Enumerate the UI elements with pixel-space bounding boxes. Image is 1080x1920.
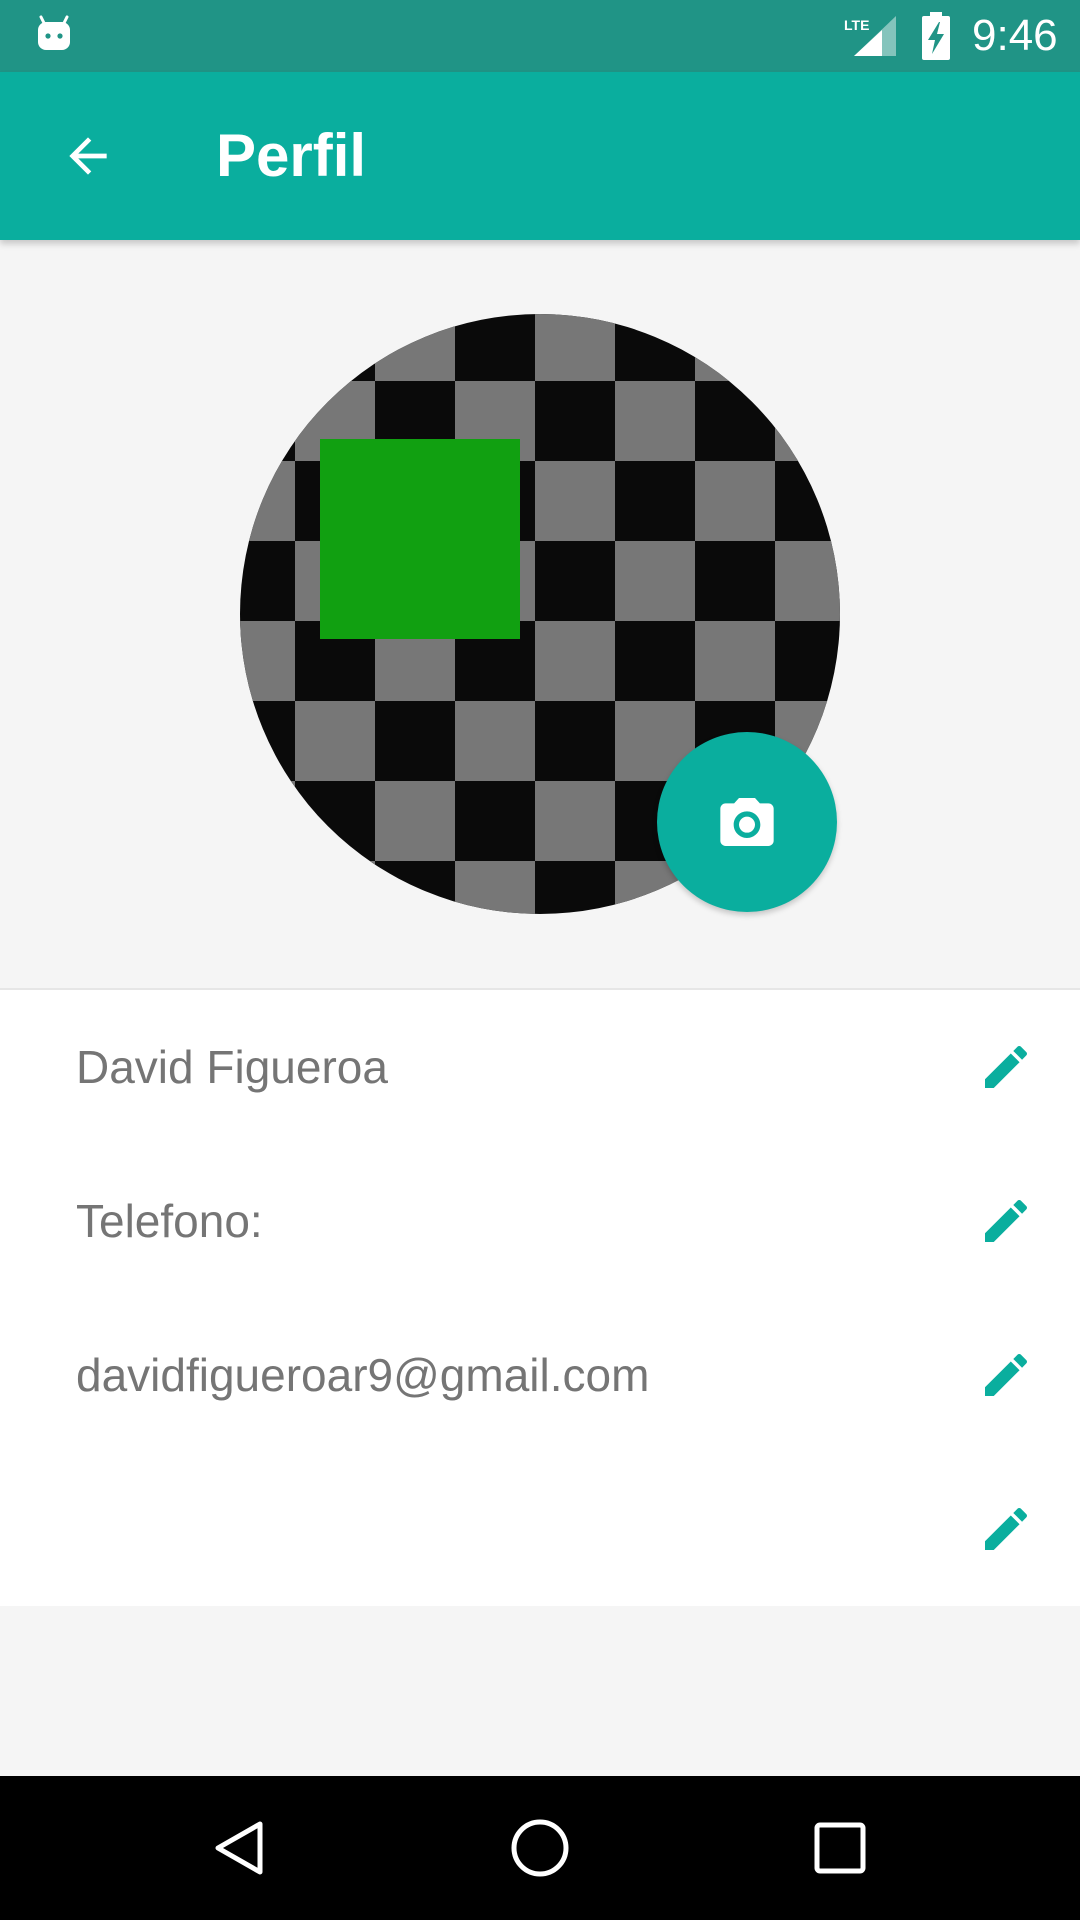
edit-phone-button[interactable]: [968, 1183, 1044, 1259]
status-clock: 9:46: [972, 11, 1058, 60]
change-photo-button[interactable]: [657, 732, 837, 912]
back-button[interactable]: [44, 112, 132, 200]
edit-name-button[interactable]: [968, 1029, 1044, 1105]
battery-charging-icon: [922, 12, 950, 60]
profile-header: [0, 240, 1080, 990]
back-triangle-icon: [215, 1821, 263, 1875]
arrow-back-icon: [69, 137, 107, 175]
app-bar: Perfil: [0, 72, 1080, 240]
nav-back-button[interactable]: [204, 1812, 276, 1884]
recents-square-icon: [814, 1822, 866, 1874]
phone-value: Telefono:: [76, 1195, 263, 1247]
email-value: davidfigueroar9@gmail.com: [76, 1349, 650, 1401]
pencil-icon: [985, 1507, 1028, 1550]
status-bar: LTE 9:46: [0, 0, 1080, 72]
profile-details: David Figueroa Telefono: davidfigueroar9…: [0, 990, 1080, 1606]
pencil-icon: [985, 1199, 1028, 1242]
home-circle-icon: [511, 1819, 569, 1877]
name-value: David Figueroa: [76, 1041, 388, 1093]
lte-signal-icon: LTE: [844, 16, 896, 56]
system-nav-bar: [0, 1776, 1080, 1920]
field-row-name: David Figueroa: [0, 990, 1080, 1144]
nav-recents-button[interactable]: [804, 1812, 876, 1884]
camera-icon: [720, 798, 774, 846]
android-debug-icon: [38, 15, 70, 50]
field-row-email: davidfigueroar9@gmail.com: [0, 1298, 1080, 1452]
page-title: Perfil: [216, 122, 367, 189]
edit-extra-button[interactable]: [968, 1491, 1044, 1567]
field-row-extra: [0, 1452, 1080, 1606]
field-row-phone: Telefono:: [0, 1144, 1080, 1298]
lte-label: LTE: [844, 17, 869, 33]
profile-screen: LTE 9:46 Perfil David Figueroa Telefono:…: [0, 0, 1080, 1920]
nav-home-button[interactable]: [504, 1812, 576, 1884]
edit-email-button[interactable]: [968, 1337, 1044, 1413]
pencil-icon: [985, 1353, 1028, 1396]
pencil-icon: [985, 1045, 1028, 1088]
